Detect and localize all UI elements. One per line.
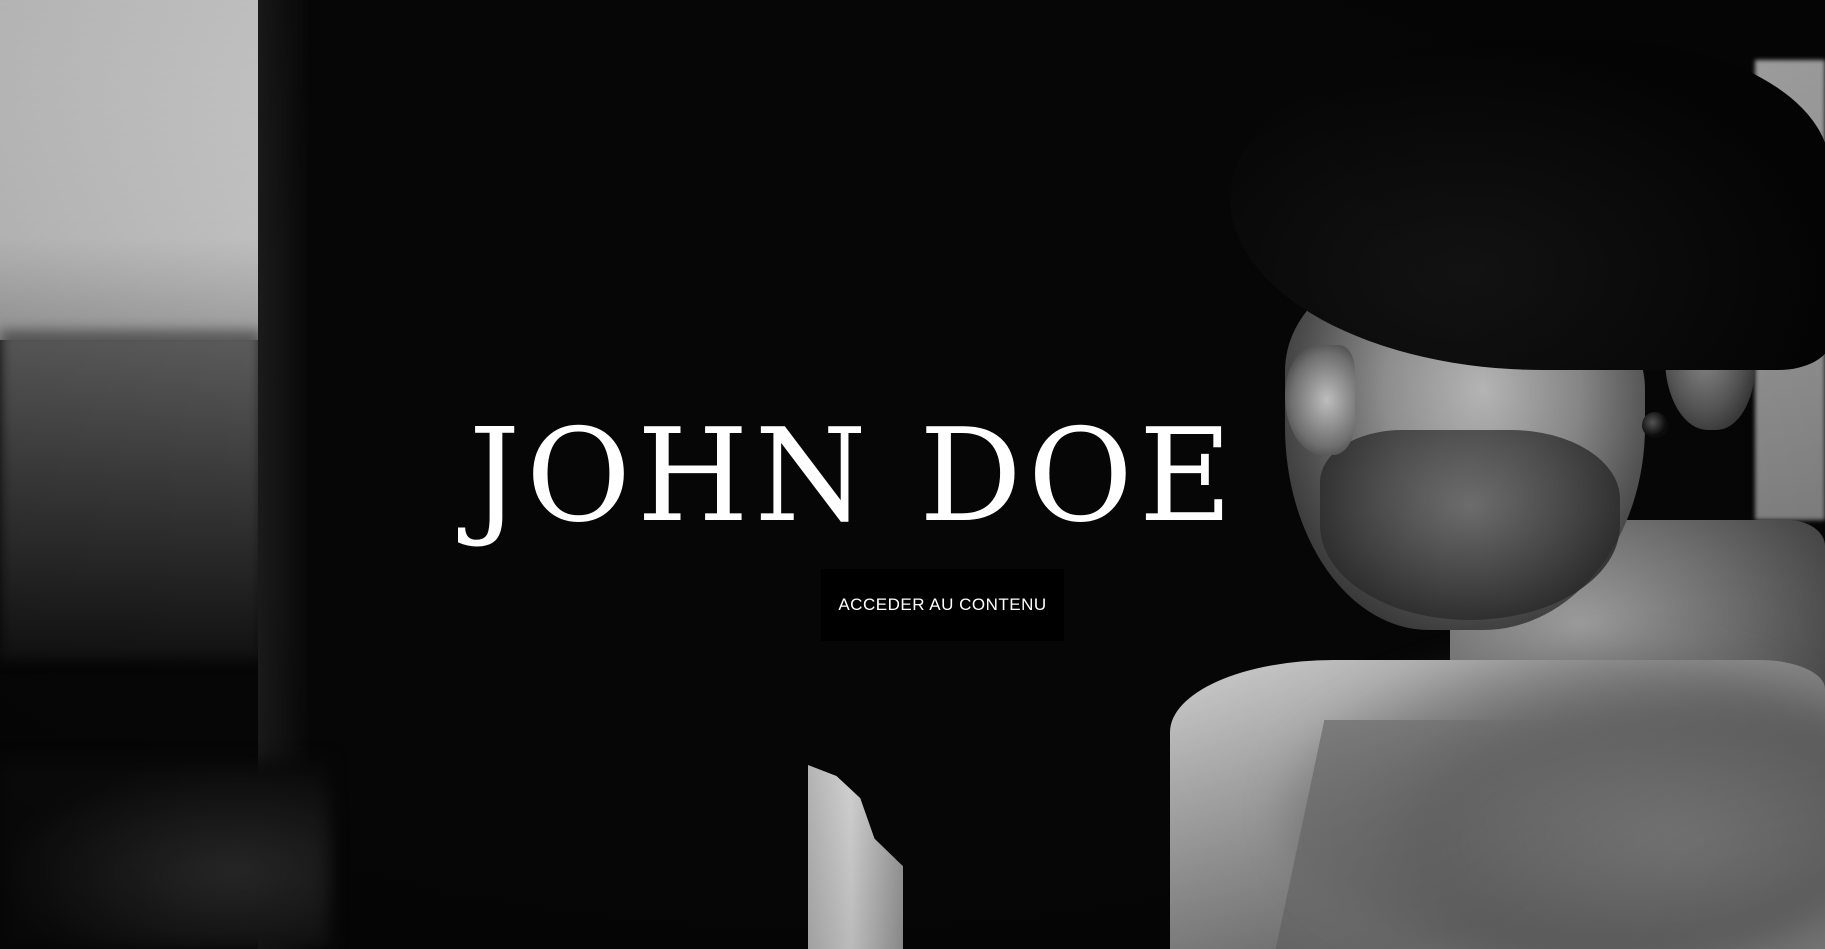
page-title: JOHN DOE	[468, 402, 1239, 551]
background-floor	[0, 760, 330, 949]
hero-section: JOHN DOE ACCEDER AU CONTENU	[0, 0, 1825, 949]
background-wall-left	[0, 0, 262, 340]
background-post	[808, 765, 903, 949]
access-content-button[interactable]: ACCEDER AU CONTENU	[821, 569, 1064, 641]
